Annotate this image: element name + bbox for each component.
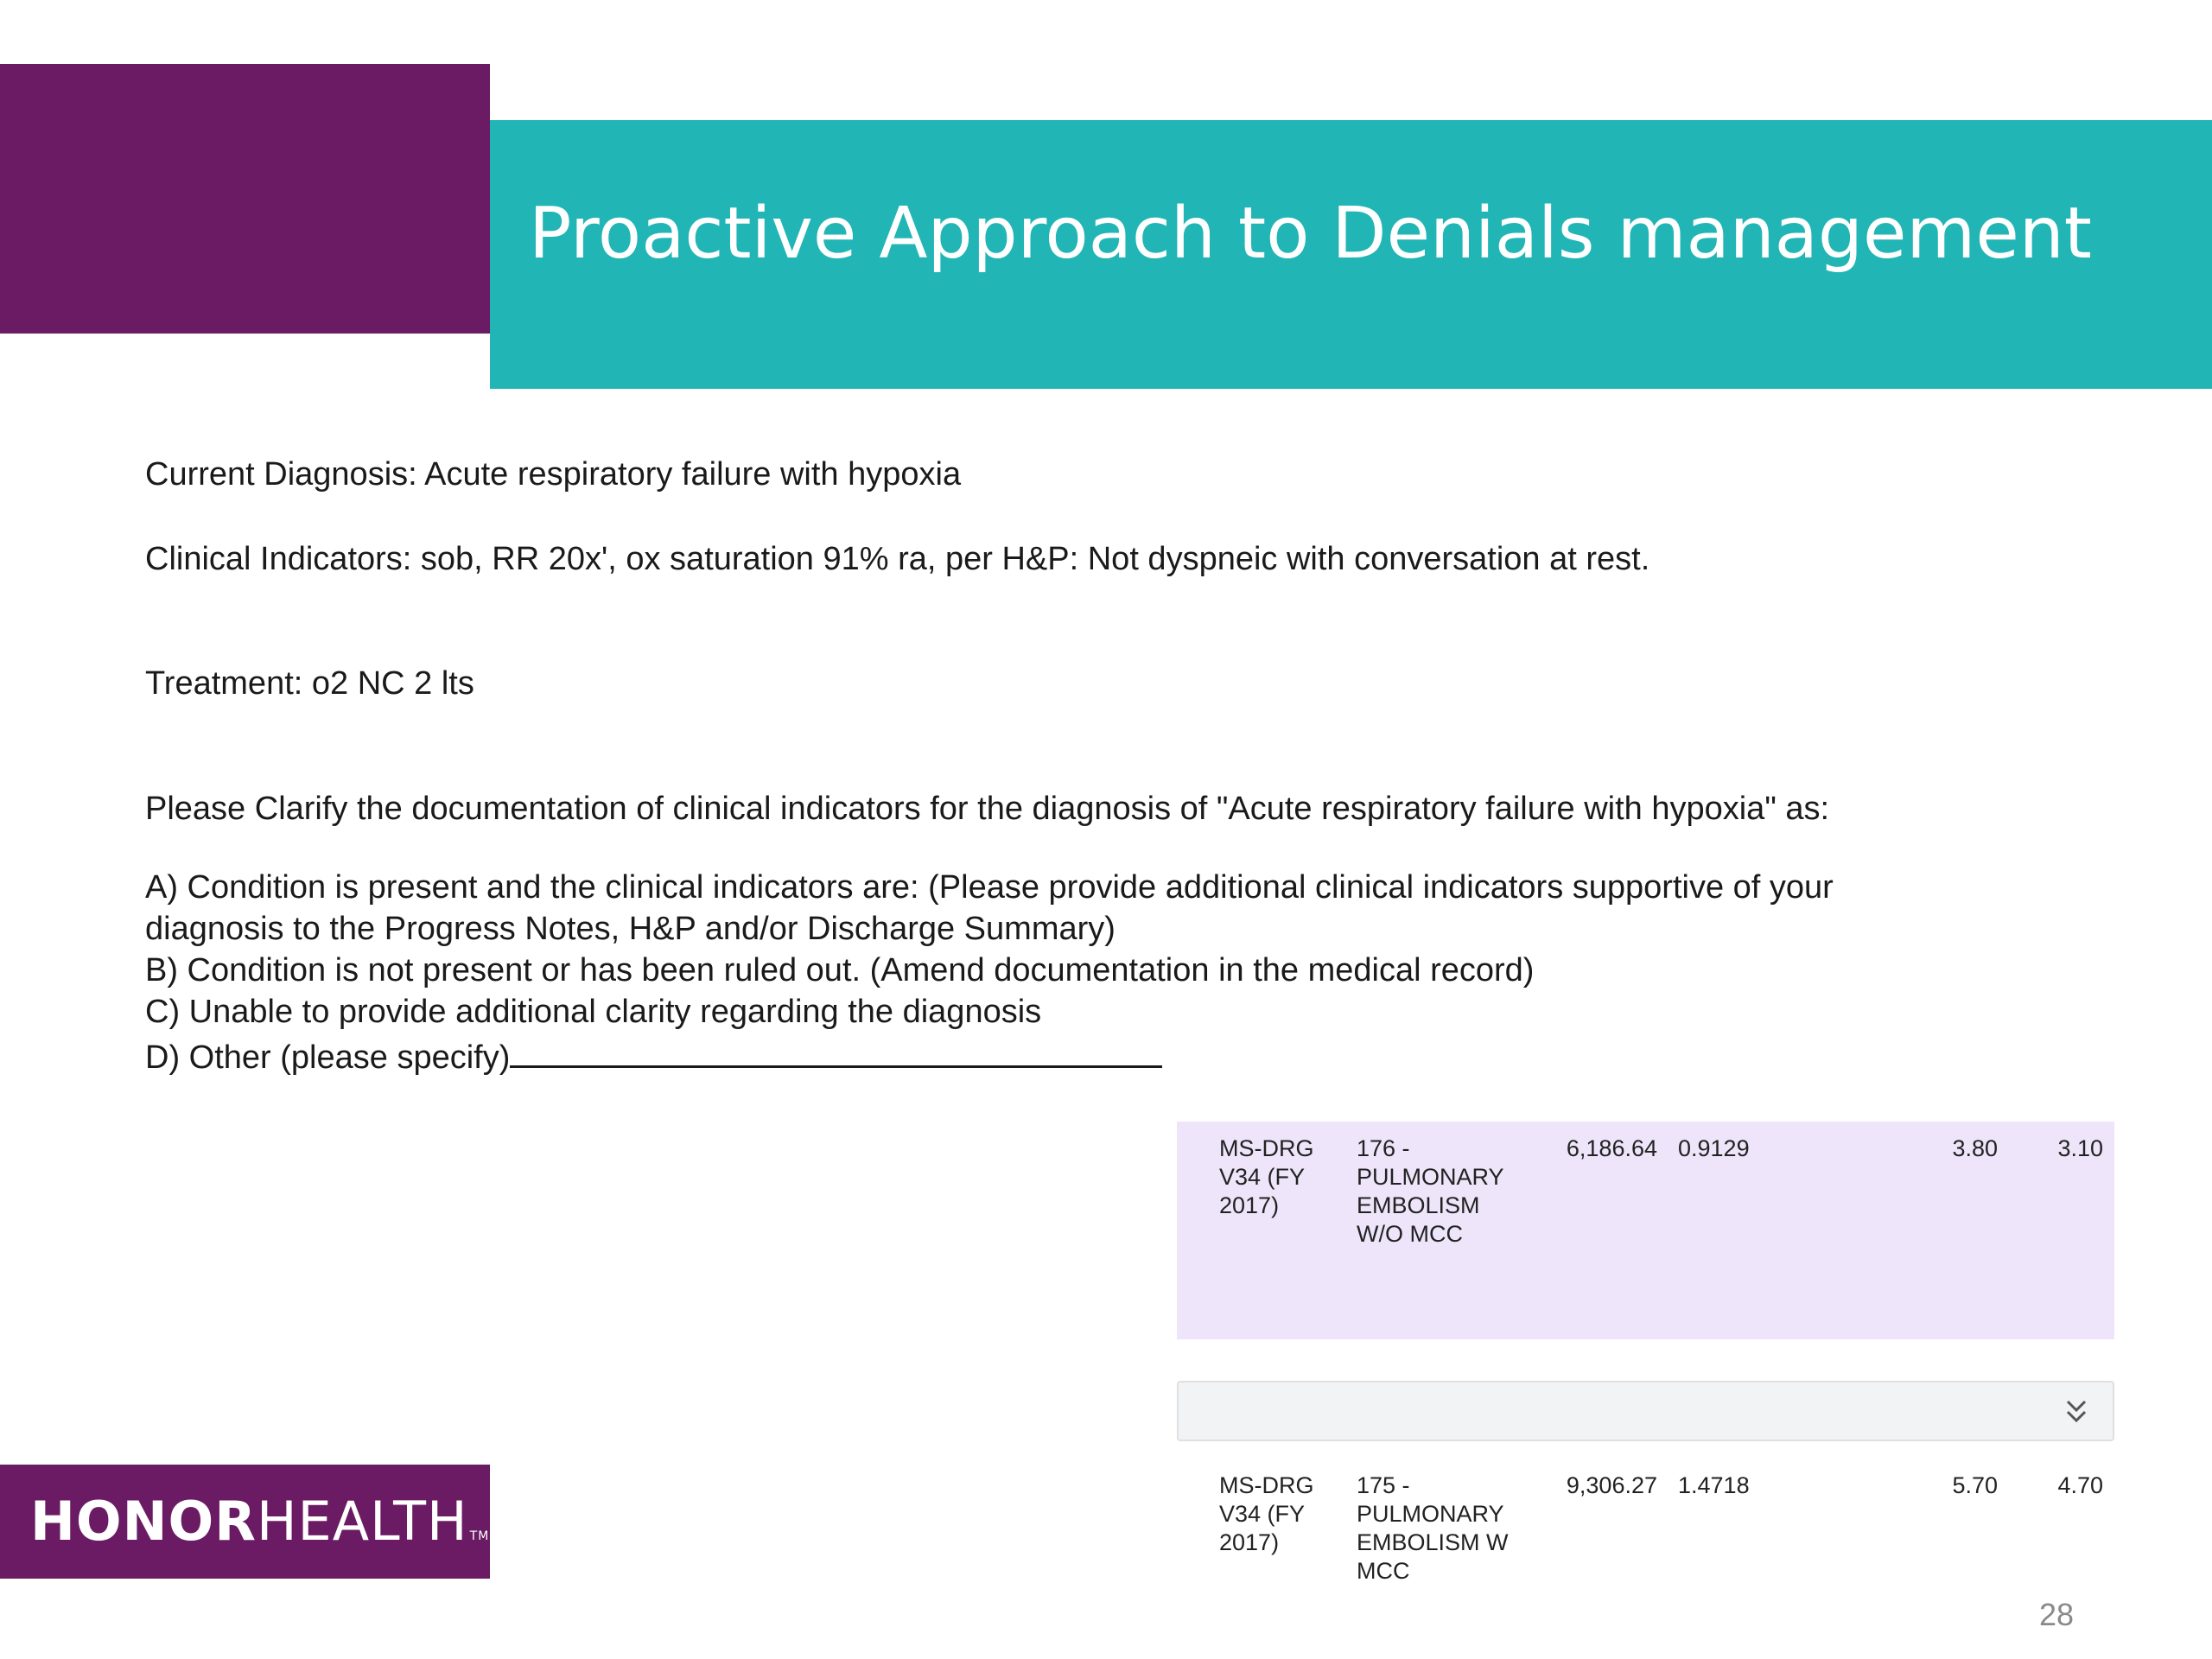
drg-name: 176 - PULMONARY EMBOLISM W/O MCC <box>1357 1135 1529 1249</box>
logo-light: HEALTH <box>256 1490 468 1553</box>
drg-amlos: 3.10 <box>2057 1135 2103 1161</box>
honorhealth-logo: HONORHEALTH TM <box>0 1465 490 1579</box>
expand-collapse-bar[interactable] <box>1177 1381 2114 1441</box>
drg-relative-weight: 0.9129 <box>1678 1135 1750 1161</box>
drg-name-line: PULMONARY <box>1357 1501 1504 1527</box>
drg-relative-weight: 1.4718 <box>1678 1472 1750 1498</box>
drg-name-line: PULMONARY <box>1357 1164 1504 1190</box>
drg-name-line: MCC <box>1357 1558 1410 1584</box>
drg-gmlos: 3.80 <box>1952 1135 1998 1161</box>
logo-wordmark: HONORHEALTH TM <box>30 1495 489 1563</box>
logo-bold: HONOR <box>30 1490 257 1553</box>
option-c: C) Unable to provide additional clarity … <box>145 994 1042 1030</box>
option-d-label: D) Other (please specify) <box>145 1039 511 1076</box>
chevron-double-down-icon[interactable] <box>2064 1395 2088 1429</box>
drg-version-line: V34 (FY <box>1219 1164 1306 1190</box>
treatment: Treatment: o2 NC 2 lts <box>145 665 474 702</box>
clinical-indicators: Clinical Indicators: sob, RR 20x', ox sa… <box>145 541 1650 577</box>
drg-version-line: 2017) <box>1219 1192 1280 1218</box>
page-number: 28 <box>2039 1597 2075 1632</box>
drg-payment: 9,306.27 <box>1566 1472 1657 1498</box>
drg-name-line: EMBOLISM W <box>1357 1529 1509 1555</box>
option-a-line1: A) Condition is present and the clinical… <box>145 869 1834 906</box>
clarify-prompt: Please Clarify the documentation of clin… <box>145 791 1830 827</box>
option-d: D) Other (please specify) <box>145 1033 1834 1078</box>
logo-trademark: TM <box>469 1529 490 1543</box>
slide-title: Proactive Approach to Denials management <box>529 193 2092 275</box>
drg-name-line: W/O MCC <box>1357 1221 1463 1247</box>
option-b: B) Condition is not present or has been … <box>145 952 1535 988</box>
drg-name-line: EMBOLISM <box>1357 1192 1480 1218</box>
header-purple-block <box>0 64 490 334</box>
current-diagnosis: Current Diagnosis: Acute respiratory fai… <box>145 456 962 493</box>
drg-version: MS-DRG V34 (FY 2017) <box>1219 1135 1340 1220</box>
specify-blank-line <box>510 1033 1163 1068</box>
drg-payment: 6,186.64 <box>1566 1135 1657 1161</box>
drg-version-line: V34 (FY <box>1219 1501 1306 1527</box>
option-a-line2: diagnosis to the Progress Notes, H&P and… <box>145 911 1116 947</box>
drg-amlos: 4.70 <box>2057 1472 2103 1498</box>
drg-name-line: 176 - <box>1357 1135 1410 1161</box>
drg-row-175: MS-DRG V34 (FY 2017) 175 - PULMONARY EMB… <box>1177 1459 2114 1614</box>
drg-version-line: 2017) <box>1219 1529 1280 1555</box>
drg-version: MS-DRG V34 (FY 2017) <box>1219 1471 1340 1557</box>
drg-name-line: 175 - <box>1357 1472 1410 1498</box>
clarification-options: A) Condition is present and the clinical… <box>145 867 1834 1078</box>
drg-gmlos: 5.70 <box>1952 1472 1998 1498</box>
drg-name: 175 - PULMONARY EMBOLISM W MCC <box>1357 1471 1529 1586</box>
drg-version-line: MS-DRG <box>1219 1135 1314 1161</box>
drg-row-176: MS-DRG V34 (FY 2017) 176 - PULMONARY EMB… <box>1177 1122 2114 1339</box>
drg-version-line: MS-DRG <box>1219 1472 1314 1498</box>
